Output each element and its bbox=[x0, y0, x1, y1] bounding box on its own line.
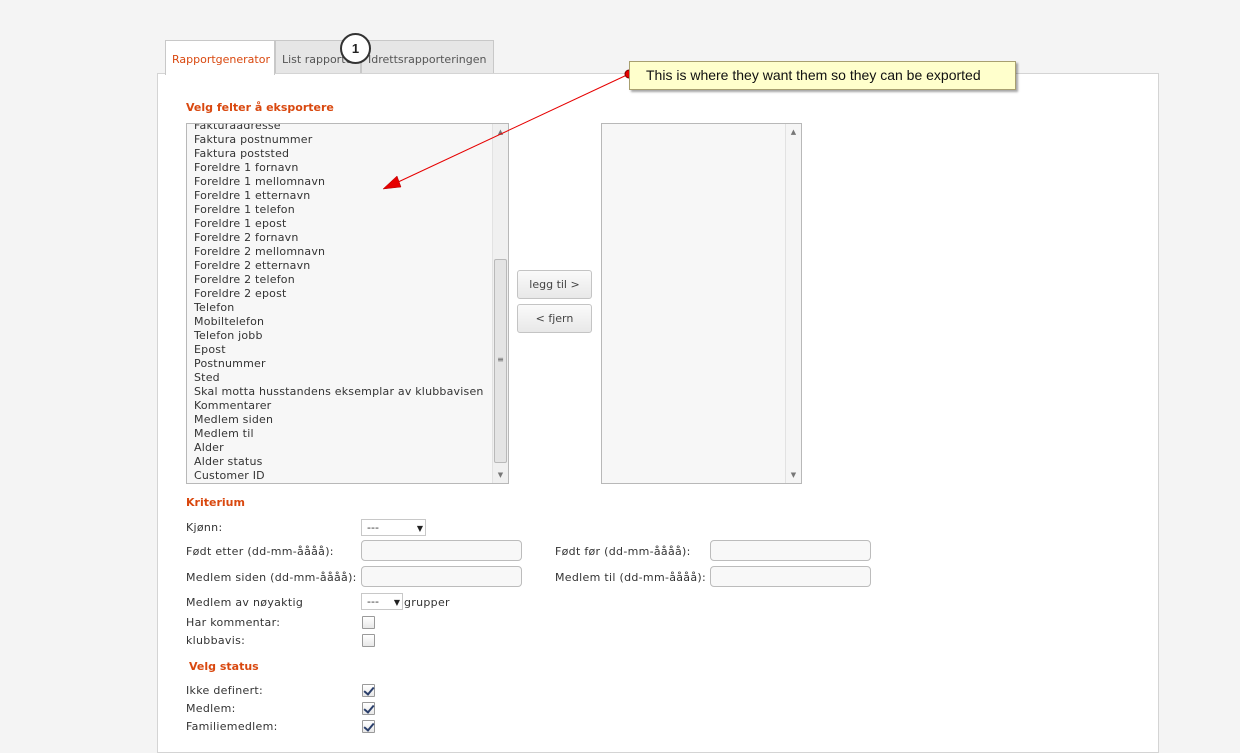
has-comment-checkbox[interactable] bbox=[362, 616, 375, 629]
available-fields-list: Fakturaadresse Faktura postnummer Faktura … bbox=[194, 124, 484, 483]
groups-label: grupper bbox=[404, 596, 450, 609]
member-exact-select[interactable]: --- ▼ bbox=[361, 593, 403, 610]
selected-fields-listbox[interactable]: ▲ ▼ bbox=[601, 123, 802, 484]
field-option[interactable]: Kommentarer bbox=[194, 399, 484, 413]
field-option[interactable]: Foreldre 2 etternavn bbox=[194, 259, 484, 273]
field-option[interactable]: Foreldre 2 fornavn bbox=[194, 231, 484, 245]
field-option[interactable]: Customer ID bbox=[194, 469, 484, 483]
field-option[interactable]: Foreldre 2 epost bbox=[194, 287, 484, 301]
field-option[interactable]: Faktura poststed bbox=[194, 147, 484, 161]
gender-select-value: --- bbox=[367, 521, 379, 534]
club-paper-label: klubbavis: bbox=[186, 634, 246, 647]
criteria-section-title: Kriterium bbox=[186, 496, 245, 509]
field-option[interactable]: Fakturaadresse bbox=[194, 124, 484, 133]
member-until-label: Medlem til (dd-mm-åååå): bbox=[555, 571, 706, 584]
field-option[interactable]: Foreldre 2 mellomnavn bbox=[194, 245, 484, 259]
available-fields-scrollbar[interactable]: ▲ ≡ ▼ bbox=[492, 124, 508, 483]
born-before-label: Født før (dd-mm-åååå): bbox=[555, 545, 691, 558]
field-option[interactable]: Postnummer bbox=[194, 357, 484, 371]
field-option[interactable]: Foreldre 1 etternavn bbox=[194, 189, 484, 203]
field-option[interactable]: Foreldre 1 fornavn bbox=[194, 161, 484, 175]
field-option[interactable]: Foreldre 1 epost bbox=[194, 217, 484, 231]
field-option[interactable]: Faktura postnummer bbox=[194, 133, 484, 147]
annotation-callout: This is where they want them so they can… bbox=[629, 61, 1016, 90]
step-number-badge: 1 bbox=[340, 33, 371, 64]
born-after-label: Født etter (dd-mm-åååå): bbox=[186, 545, 334, 558]
field-option[interactable]: Epost bbox=[194, 343, 484, 357]
scroll-down-arrow-icon[interactable]: ▼ bbox=[786, 469, 801, 481]
status-section-title: Velg status bbox=[189, 660, 259, 673]
chevron-down-icon: ▼ bbox=[393, 598, 400, 607]
scrollbar-thumb[interactable]: ≡ bbox=[494, 259, 507, 463]
member-since-label: Medlem siden (dd-mm-åååå): bbox=[186, 571, 357, 584]
club-paper-checkbox[interactable] bbox=[362, 634, 375, 647]
field-option[interactable]: Alder bbox=[194, 441, 484, 455]
status-checkbox-ikke-definert[interactable] bbox=[362, 684, 375, 697]
field-option[interactable]: Sted bbox=[194, 371, 484, 385]
tab-idrettsrapporteringen[interactable]: Idrettsrapporteringen bbox=[361, 40, 494, 74]
born-before-input[interactable] bbox=[710, 540, 871, 561]
member-since-input[interactable] bbox=[361, 566, 522, 587]
remove-field-button[interactable]: < fjern bbox=[517, 304, 592, 333]
field-option[interactable]: Skal motta husstandens eksemplar av klub… bbox=[194, 385, 484, 399]
add-field-button[interactable]: legg til > bbox=[517, 270, 592, 299]
has-comment-label: Har kommentar: bbox=[186, 616, 281, 629]
scroll-up-arrow-icon[interactable]: ▲ bbox=[786, 126, 801, 138]
born-after-input[interactable] bbox=[361, 540, 522, 561]
report-generator-panel: Velg felter å eksportere Fakturaadresse F… bbox=[157, 73, 1159, 753]
chevron-down-icon: ▼ bbox=[416, 524, 423, 533]
status-checkbox-medlem[interactable] bbox=[362, 702, 375, 715]
member-until-input[interactable] bbox=[710, 566, 871, 587]
status-label-familiemedlem: Familiemedlem: bbox=[186, 720, 278, 733]
field-option[interactable]: Foreldre 1 telefon bbox=[194, 203, 484, 217]
field-option[interactable]: Foreldre 1 mellomnavn bbox=[194, 175, 484, 189]
available-fields-listbox[interactable]: Fakturaadresse Faktura postnummer Faktura … bbox=[186, 123, 509, 484]
field-option[interactable]: Telefon bbox=[194, 301, 484, 315]
scroll-down-arrow-icon[interactable]: ▼ bbox=[493, 469, 508, 481]
member-exact-label: Medlem av nøyaktig bbox=[186, 596, 304, 609]
gender-select[interactable]: --- ▼ bbox=[361, 519, 426, 536]
field-option[interactable]: Telefon jobb bbox=[194, 329, 484, 343]
status-label-medlem: Medlem: bbox=[186, 702, 236, 715]
gender-label: Kjønn: bbox=[186, 521, 223, 534]
tab-rapportgenerator[interactable]: Rapportgenerator bbox=[165, 40, 275, 75]
field-option[interactable]: Foreldre 2 telefon bbox=[194, 273, 484, 287]
selected-fields-scrollbar[interactable]: ▲ ▼ bbox=[785, 124, 801, 483]
field-option[interactable]: Mobiltelefon bbox=[194, 315, 484, 329]
field-option[interactable]: Alder status bbox=[194, 455, 484, 469]
field-option[interactable]: Medlem siden bbox=[194, 413, 484, 427]
field-option[interactable]: Medlem til bbox=[194, 427, 484, 441]
status-label-ikke-definert: Ikke definert: bbox=[186, 684, 264, 697]
export-section-title: Velg felter å eksportere bbox=[186, 101, 334, 114]
member-exact-select-value: --- bbox=[367, 595, 379, 608]
scroll-up-arrow-icon[interactable]: ▲ bbox=[493, 126, 508, 138]
grip-icon: ≡ bbox=[497, 355, 504, 364]
status-checkbox-familiemedlem[interactable] bbox=[362, 720, 375, 733]
